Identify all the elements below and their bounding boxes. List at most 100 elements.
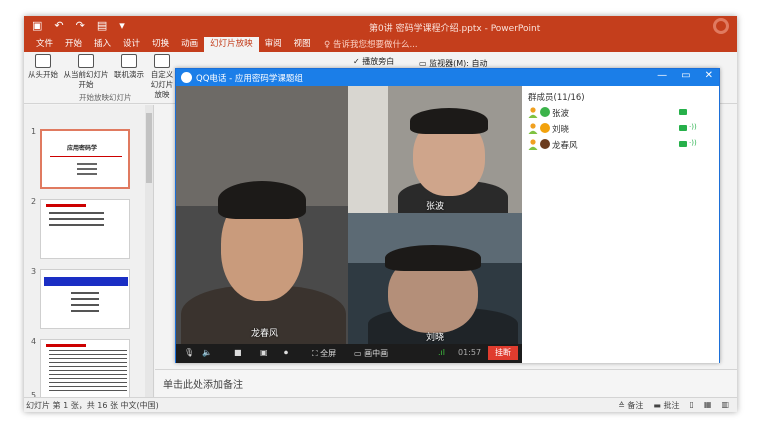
undo-icon[interactable]: ↶ bbox=[54, 19, 63, 32]
scrollbar-thumb[interactable] bbox=[146, 113, 152, 183]
status-bar: 幻灯片 第 1 张，共 16 张 中文(中国) ≙ 备注 ▬ 批注 ▯ ▦ ▥ bbox=[24, 397, 737, 412]
picture-in-picture-label: 画中画 bbox=[364, 349, 389, 358]
account-icon[interactable] bbox=[713, 18, 729, 34]
notes-pane[interactable]: 单击此处添加备注 bbox=[155, 369, 737, 397]
maximize-icon[interactable]: ▭ bbox=[681, 70, 690, 81]
tab-design[interactable]: 设计 bbox=[117, 37, 146, 52]
qq-window-title: QQ电话 - 应用密码学课题组 bbox=[196, 74, 303, 84]
member-name: 刘晓 bbox=[552, 125, 570, 135]
avatar bbox=[540, 107, 550, 117]
avatar bbox=[540, 123, 550, 133]
quick-access-toolbar: ▣ ↶ ↷ ▤ ▾ bbox=[32, 19, 125, 32]
slide-thumbnail-1[interactable]: 应用密码学 bbox=[40, 129, 130, 189]
slide-status: 幻灯片 第 1 张，共 16 张 中文(中国) bbox=[26, 401, 159, 410]
powerpoint-titlebar: ▣ ↶ ↷ ▤ ▾ 第0讲 密码学课程介绍.pptx - PowerPoint bbox=[24, 16, 737, 36]
slide-thumb-lines bbox=[49, 212, 104, 230]
call-timer: 01:57 bbox=[458, 348, 482, 357]
member-row[interactable]: 刘晓 ·)) bbox=[528, 122, 713, 136]
tell-me-box[interactable]: ♀ 告诉我您想要做什么... bbox=[324, 38, 418, 50]
tab-review[interactable]: 审阅 bbox=[259, 37, 288, 52]
slide-number: 2 bbox=[31, 197, 37, 206]
comments-toggle-label: 批注 bbox=[663, 401, 680, 410]
member-row[interactable]: 张波 bbox=[528, 106, 713, 120]
slide-thumbnail-4[interactable] bbox=[40, 339, 130, 399]
participant-label: 张波 bbox=[426, 202, 445, 212]
tab-transitions[interactable]: 切换 bbox=[146, 37, 175, 52]
hangup-button[interactable]: 挂断 bbox=[488, 346, 518, 360]
participant-label: 刘晓 bbox=[426, 333, 445, 343]
fullscreen-label: 全屏 bbox=[320, 349, 337, 358]
divider bbox=[50, 156, 122, 157]
redo-icon[interactable]: ↷ bbox=[76, 19, 85, 32]
notes-toggle[interactable]: ≙ 备注 bbox=[618, 400, 643, 411]
video-tile-bottom-right[interactable]: 刘晓 bbox=[348, 213, 522, 344]
online-present-button[interactable]: 联机演示 bbox=[112, 54, 146, 80]
camera-icon[interactable]: ■ bbox=[234, 348, 242, 357]
slide-thumb-lines bbox=[71, 292, 99, 316]
slide-thumb-lines bbox=[49, 350, 127, 394]
ribbon-group-label: 开始放映幻灯片 bbox=[79, 93, 132, 102]
notes-placeholder: 单击此处添加备注 bbox=[163, 380, 243, 391]
monitor-label: 监视器(M): 自动 bbox=[429, 59, 488, 68]
slide-thumbnail-pane: 1 应用密码学 2 3 4 5 bbox=[24, 105, 154, 400]
tab-view[interactable]: 视图 bbox=[288, 37, 317, 52]
from-beginning-button[interactable]: 从头开始 bbox=[26, 54, 60, 80]
custom-show-icon bbox=[154, 54, 170, 68]
comments-toggle[interactable]: ▬ 批注 bbox=[653, 400, 679, 411]
slide-thumbnail-2[interactable] bbox=[40, 199, 130, 259]
slide-thumbnail-3[interactable] bbox=[40, 269, 130, 329]
speaking-icon: ·)) bbox=[689, 139, 697, 147]
call-toolbar: 🎙 🔈 ■ ▣ ⏺ ⛶ 全屏 ▭ 画中画 .ıl 01:57 挂断 bbox=[176, 344, 522, 363]
microphone-icon[interactable]: 🎙 bbox=[184, 348, 194, 357]
window-light bbox=[348, 86, 388, 213]
video-area: 龙春风 张波 刘晓 bbox=[176, 86, 522, 344]
member-row[interactable]: 龙春风 ·)) bbox=[528, 138, 713, 152]
from-current-label: 从当前幻灯片开始 bbox=[63, 70, 109, 89]
camera-on-icon bbox=[679, 109, 687, 115]
slide-thumb-lines bbox=[77, 163, 97, 178]
tab-animations[interactable]: 动画 bbox=[175, 37, 204, 52]
members-header: 群成员(11/16) bbox=[528, 93, 585, 103]
narration-label: 播放旁白 bbox=[362, 57, 395, 66]
person-hair bbox=[385, 245, 481, 271]
from-beginning-label: 从头开始 bbox=[28, 70, 58, 79]
member-name: 龙春风 bbox=[552, 141, 578, 151]
minimize-icon[interactable]: — bbox=[657, 70, 667, 81]
customize-qat-icon[interactable]: ▾ bbox=[119, 19, 125, 32]
tab-home[interactable]: 开始 bbox=[59, 37, 88, 52]
video-tile-main[interactable]: 龙春风 bbox=[176, 86, 348, 344]
camera-on-icon bbox=[679, 125, 687, 131]
slideshow-quick-icon[interactable]: ▤ bbox=[97, 19, 107, 32]
from-current-button[interactable]: 从当前幻灯片开始 bbox=[62, 54, 110, 90]
participant-label: 龙春风 bbox=[251, 329, 279, 339]
thumbnail-scrollbar[interactable] bbox=[145, 105, 153, 398]
online-present-label: 联机演示 bbox=[114, 70, 144, 79]
play-icon bbox=[35, 54, 51, 68]
person-hair bbox=[410, 108, 488, 134]
speaker-icon[interactable]: 🔈 bbox=[202, 348, 212, 357]
custom-show-button[interactable]: 自定义幻灯片放映 bbox=[148, 54, 176, 100]
sorter-view-icon[interactable]: ▦ bbox=[704, 400, 712, 411]
fullscreen-button[interactable]: ⛶ 全屏 bbox=[312, 348, 336, 359]
slide-thumb-header bbox=[44, 277, 128, 286]
narration-checkbox[interactable]: ✓ 播放旁白 bbox=[353, 56, 394, 67]
qq-logo-icon bbox=[181, 72, 192, 83]
tab-slideshow[interactable]: 幻灯片放映 bbox=[204, 37, 259, 52]
tab-insert[interactable]: 插入 bbox=[88, 37, 117, 52]
status-controls: ≙ 备注 ▬ 批注 ▯ ▦ ▥ bbox=[618, 400, 729, 411]
share-screen-icon[interactable]: ▣ bbox=[260, 348, 268, 357]
record-icon[interactable]: ⏺ bbox=[284, 348, 288, 358]
tab-file[interactable]: 文件 bbox=[30, 37, 59, 52]
slide-thumb-header bbox=[46, 344, 86, 347]
play-current-icon bbox=[78, 54, 94, 68]
tell-me-text: 告诉我您想要做什么... bbox=[332, 40, 418, 50]
save-icon[interactable]: ▣ bbox=[32, 19, 42, 32]
normal-view-icon[interactable]: ▯ bbox=[689, 400, 693, 411]
close-icon[interactable]: ✕ bbox=[705, 70, 713, 81]
picture-in-picture-button[interactable]: ▭ 画中画 bbox=[354, 348, 388, 359]
slide-number: 1 bbox=[31, 127, 37, 136]
reading-view-icon[interactable]: ▥ bbox=[721, 400, 729, 411]
members-panel: 群成员(11/16) 张波 刘晓 ·)) 龙春风 ·)) bbox=[522, 86, 719, 363]
video-tile-top-right[interactable]: 张波 bbox=[348, 86, 522, 213]
signal-icon: .ıl bbox=[438, 348, 445, 357]
